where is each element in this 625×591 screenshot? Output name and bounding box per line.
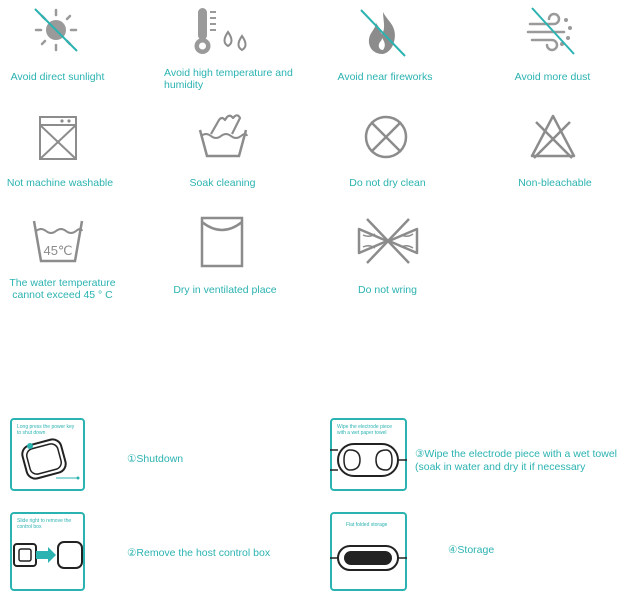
care-text: Do not wring: [358, 284, 417, 296]
step-shutdown-text: ①Shutdown: [127, 453, 184, 465]
care-text: Avoid near fireworks: [337, 71, 433, 83]
dry-ventilated-icon: [200, 216, 244, 268]
care-text: The water temperature cannot exceed 45 °…: [9, 277, 116, 301]
control-box-icon: [21, 438, 80, 480]
care-label-water: The water temperature cannot exceed 45 °…: [0, 277, 125, 301]
electrode-strap-icon: [330, 443, 407, 477]
no-high-temperature-humidity-icon: [192, 6, 252, 58]
step-wipe-illustration: Wipe the electrode piece with a wet pape…: [330, 418, 407, 491]
step-storage-text: ④Storage: [448, 544, 495, 556]
care-text: Avoid more dust: [514, 71, 591, 83]
care-label-dust: Avoid more dust: [495, 71, 610, 83]
step-hint: Wipe the electrode piece with a wet pape…: [337, 424, 393, 436]
care-text: Not machine washable: [6, 177, 114, 189]
step-wipe-text: ③Wipe the electrode piece with a wet tow…: [415, 448, 618, 473]
step-remove-text: ②Remove the host control box: [127, 547, 271, 559]
care-label-sunlight: Avoid direct sunlight: [0, 71, 115, 83]
folded-strap-icon: [330, 545, 407, 571]
wash-45c-icon: 45℃: [32, 217, 84, 265]
care-label-dryclean: Do not dry clean: [330, 177, 445, 189]
care-text: Soak cleaning: [189, 177, 256, 189]
care-label-soak: Soak cleaning: [170, 177, 275, 189]
no-dry-clean-icon: [363, 113, 409, 161]
temperature-text: 45℃: [43, 243, 72, 258]
step-hint: Flat folded storage: [346, 522, 388, 528]
step-storage-illustration: Flat folded storage: [330, 512, 407, 591]
no-machine-wash-icon: [38, 115, 78, 161]
care-text: Dry in ventilated place: [173, 284, 277, 296]
care-label-temperature: Avoid high temperature and humidity: [164, 67, 294, 91]
no-wring-icon: [357, 215, 419, 267]
care-label-ventilated: Dry in ventilated place: [165, 284, 285, 296]
care-label-fire: Avoid near fireworks: [320, 71, 450, 83]
step-hint: Slide right to remove the control box: [17, 518, 72, 530]
no-fire-icon: [358, 8, 408, 58]
no-dust-icon: [524, 6, 578, 58]
care-text: Avoid high temperature and humidity: [164, 67, 293, 91]
care-label-machine: Not machine washable: [0, 177, 120, 189]
slide-remove-icon: [13, 541, 83, 569]
step-hint: Long press the power key to shut down: [17, 424, 75, 436]
step-shutdown-illustration: Long press the power key to shut down: [10, 418, 85, 491]
care-label-wring: Do not wring: [330, 284, 445, 296]
care-label-bleach: Non-bleachable: [500, 177, 610, 189]
care-text: Avoid direct sunlight: [10, 71, 105, 83]
care-text: Do not dry clean: [349, 177, 426, 189]
no-bleach-icon: [528, 112, 578, 160]
step-remove-illustration: Slide right to remove the control box: [10, 512, 85, 591]
care-text: Non-bleachable: [518, 177, 592, 189]
hand-wash-icon: [197, 114, 249, 160]
no-sunlight-icon: [30, 6, 82, 54]
